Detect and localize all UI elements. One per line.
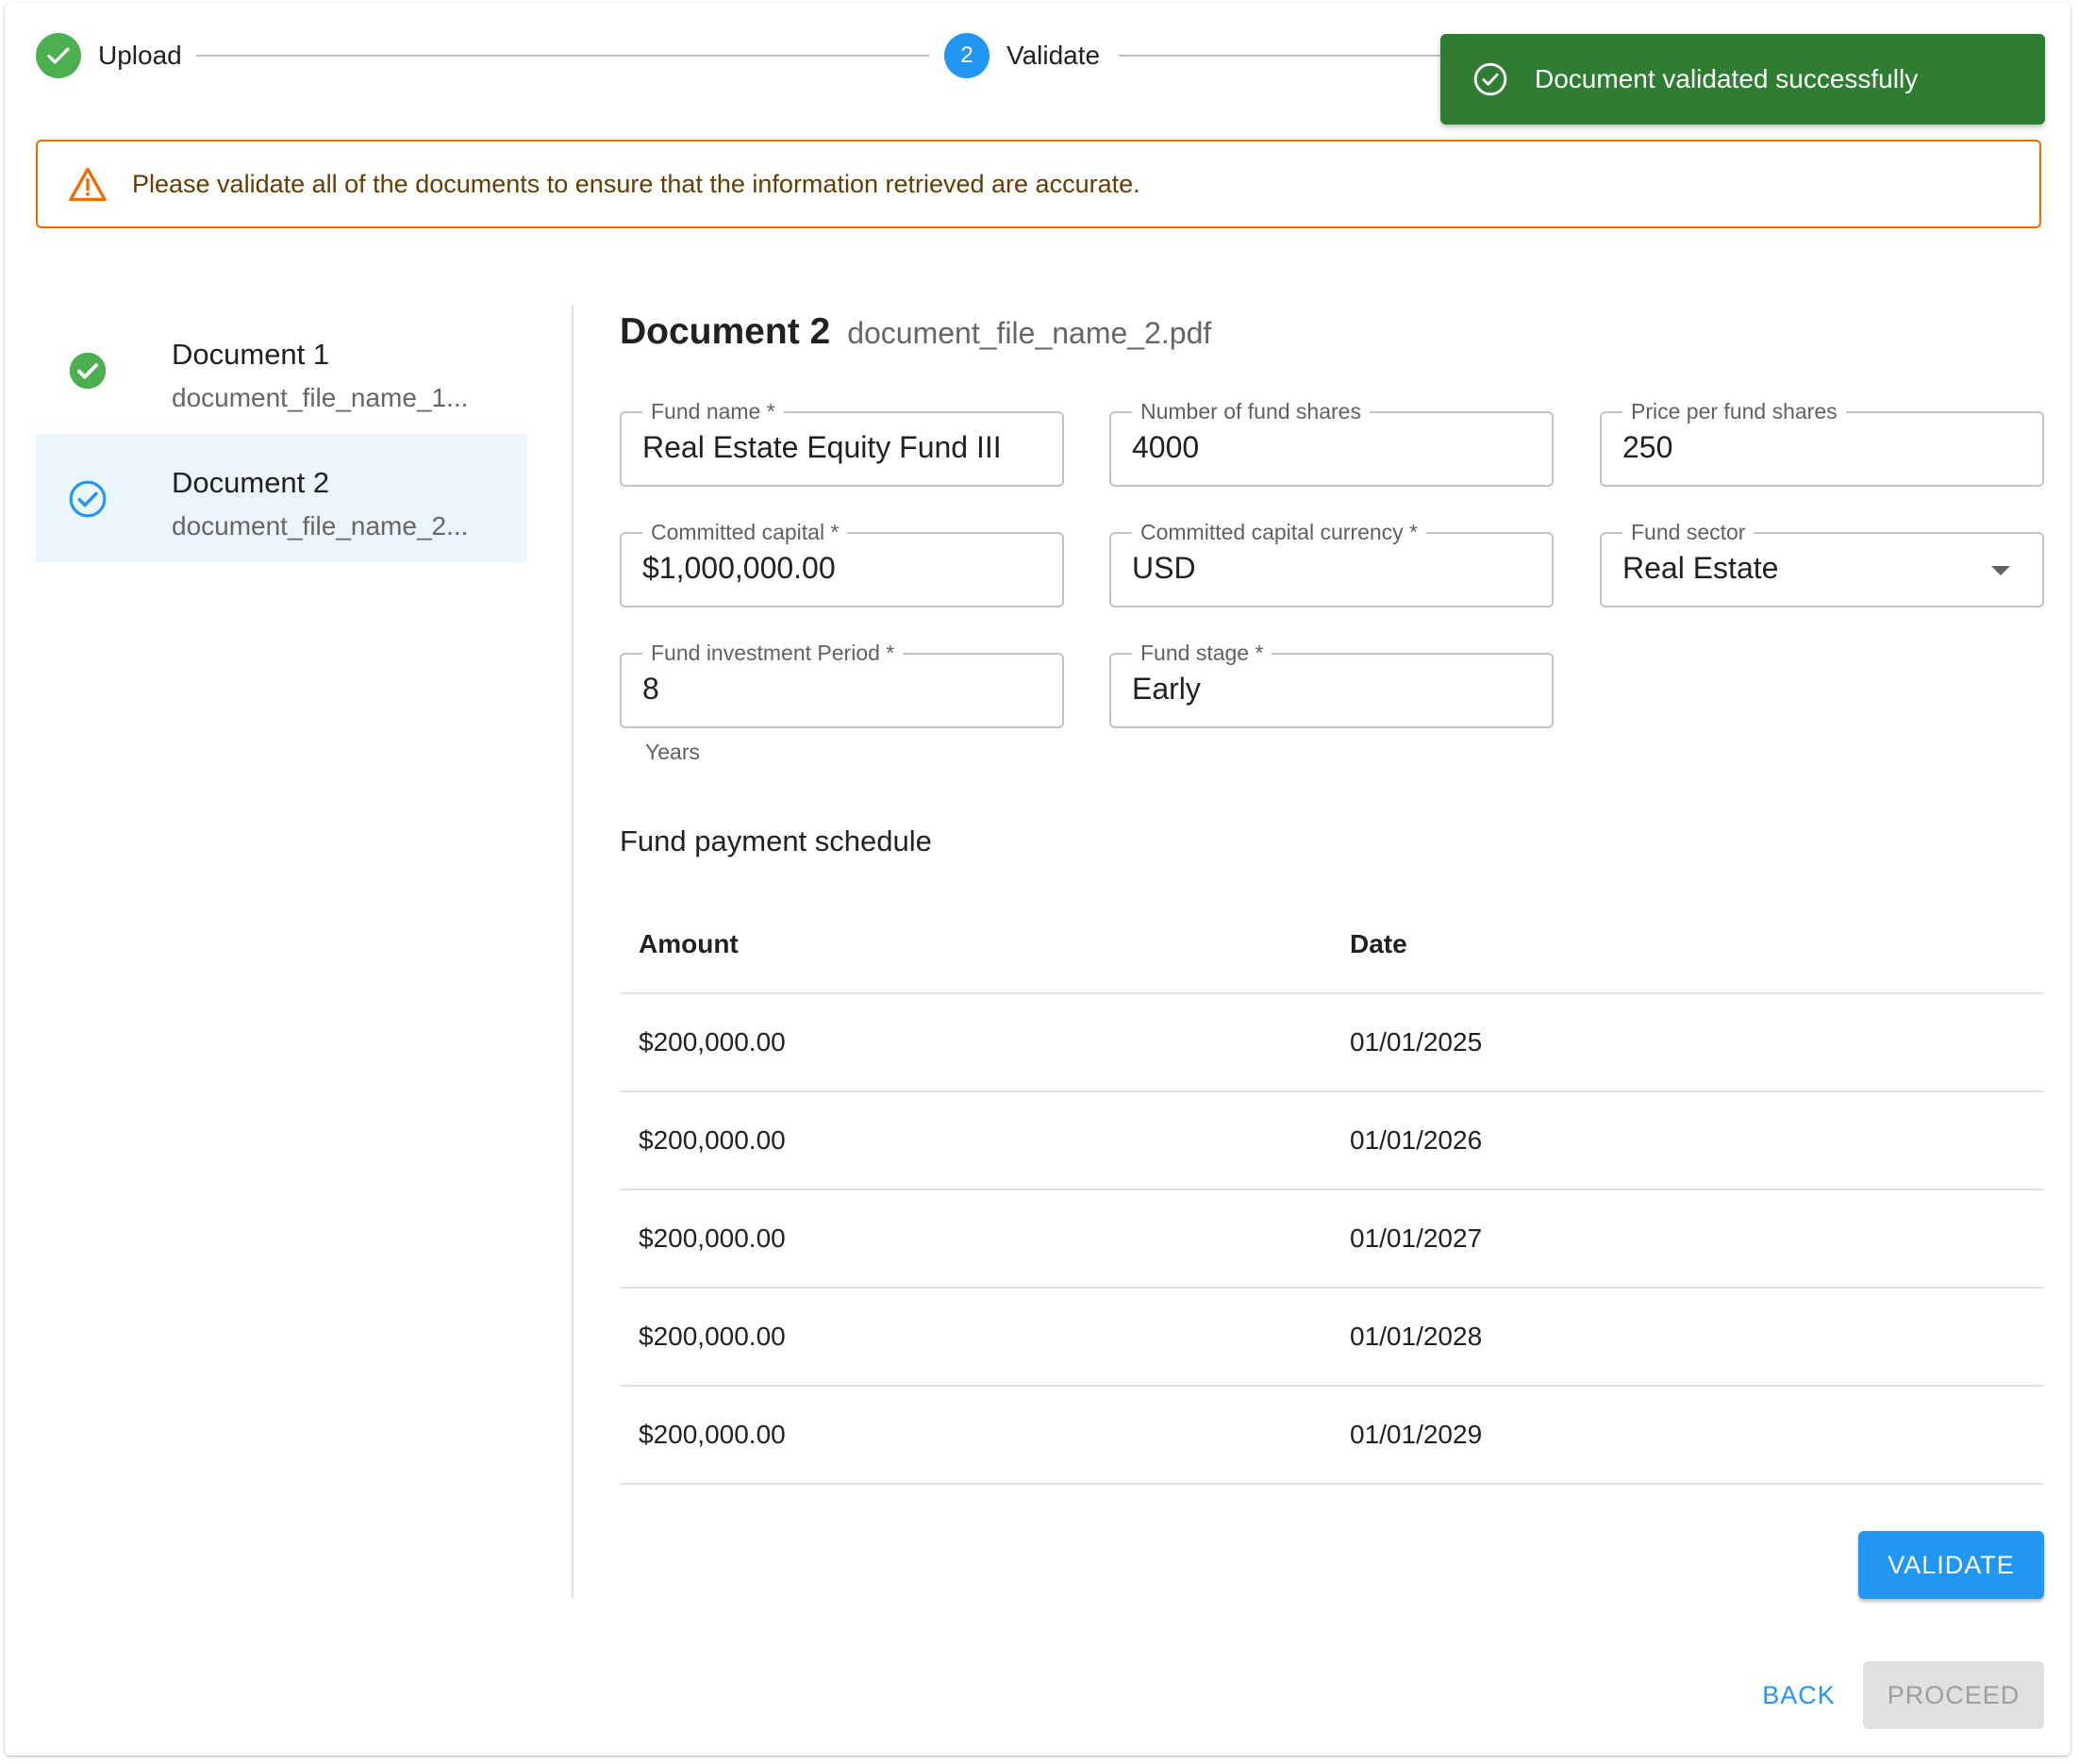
table-row: $200,000.00 01/01/2029 bbox=[620, 1387, 2044, 1485]
warning-alert: Please validate all of the documents to … bbox=[36, 140, 2041, 228]
payment-schedule-table: Amount Date $200,000.00 01/01/2025 $200,… bbox=[620, 896, 2044, 1485]
column-header-date: Date bbox=[1350, 929, 1407, 958]
step-validate: 2 Validate bbox=[944, 33, 1100, 78]
step-connector bbox=[196, 55, 929, 57]
field-label: Number of fund shares bbox=[1132, 398, 1370, 424]
column-header-amount: Amount bbox=[639, 929, 739, 958]
success-toast: Document validated successfully bbox=[1440, 34, 2045, 125]
field-helper-text: Years bbox=[645, 740, 700, 764]
step-number: 2 bbox=[944, 33, 990, 78]
committed-currency-field[interactable]: Committed capital currency * USD bbox=[1109, 519, 1554, 607]
field-label: Fund name * bbox=[642, 398, 784, 424]
step-label: Upload bbox=[98, 41, 182, 70]
check-circle-outline-icon bbox=[68, 479, 108, 524]
field-value: 4000 bbox=[1132, 430, 1200, 464]
fund-name-field[interactable]: Fund name * Real Estate Equity Fund III bbox=[620, 398, 1064, 487]
date-cell: 01/01/2028 bbox=[1350, 1322, 1483, 1351]
fund-sector-select[interactable]: Fund sector Real Estate bbox=[1600, 519, 2044, 607]
step-connector bbox=[1119, 55, 1440, 57]
field-value: $1,000,000.00 bbox=[642, 551, 836, 585]
alert-message: Please validate all of the documents to … bbox=[132, 169, 1140, 198]
check-icon bbox=[36, 33, 81, 78]
check-circle-icon bbox=[68, 351, 108, 395]
field-label: Price per fund shares bbox=[1622, 398, 1846, 424]
table-row: $200,000.00 01/01/2026 bbox=[620, 1092, 2044, 1190]
document-heading: Document 2 bbox=[620, 311, 831, 352]
fund-shares-field[interactable]: Number of fund shares 4000 bbox=[1109, 398, 1554, 487]
warning-icon bbox=[69, 167, 107, 202]
field-value: 250 bbox=[1622, 430, 1673, 464]
table-row: $200,000.00 01/01/2027 bbox=[620, 1190, 2044, 1289]
price-per-share-field[interactable]: Price per fund shares 250 bbox=[1600, 398, 2044, 487]
document-title: Document 2 bbox=[172, 466, 330, 499]
amount-cell: $200,000.00 bbox=[639, 1223, 786, 1253]
date-cell: 01/01/2026 bbox=[1350, 1125, 1483, 1155]
validation-card bbox=[5, 3, 2071, 1756]
document-title: Document 1 bbox=[172, 338, 330, 371]
field-value: Real Estate bbox=[1622, 551, 1779, 585]
proceed-button[interactable]: PROCEED bbox=[1863, 1661, 2044, 1729]
toast-message: Document validated successfully bbox=[1535, 64, 1919, 93]
table-header-row: Amount Date bbox=[620, 896, 2044, 994]
check-circle-outline-icon bbox=[1473, 62, 1507, 96]
fund-stage-field[interactable]: Fund stage * Early bbox=[1109, 640, 1554, 728]
field-label: Committed capital currency * bbox=[1132, 519, 1426, 545]
field-label: Fund sector bbox=[1622, 519, 1755, 545]
investment-period-field[interactable]: Fund investment Period * 8 bbox=[620, 640, 1064, 728]
field-value: USD bbox=[1132, 551, 1196, 585]
field-value: 8 bbox=[642, 672, 659, 706]
field-label: Committed capital * bbox=[642, 519, 848, 545]
amount-cell: $200,000.00 bbox=[639, 1125, 786, 1155]
step-upload: Upload bbox=[36, 33, 182, 78]
document-list-item-2[interactable]: Document 2 document_file_name_2... bbox=[36, 434, 526, 562]
amount-cell: $200,000.00 bbox=[639, 1027, 786, 1057]
table-row: $200,000.00 01/01/2028 bbox=[620, 1289, 2044, 1387]
document-list-item-1[interactable]: Document 1 document_file_name_1... bbox=[36, 306, 526, 434]
table-row: $200,000.00 01/01/2025 bbox=[620, 994, 2044, 1092]
document-header: Document 2 document_file_name_2.pdf bbox=[620, 311, 1211, 353]
schedule-title: Fund payment schedule bbox=[620, 824, 932, 857]
committed-capital-field[interactable]: Committed capital * $1,000,000.00 bbox=[620, 519, 1064, 607]
step-label: Validate bbox=[1006, 41, 1101, 70]
back-button[interactable]: BACK bbox=[1738, 1661, 1860, 1729]
field-value: Early bbox=[1132, 672, 1201, 706]
document-filename: document_file_name_1... bbox=[172, 383, 469, 412]
date-cell: 01/01/2027 bbox=[1350, 1223, 1483, 1253]
date-cell: 01/01/2029 bbox=[1350, 1420, 1483, 1449]
date-cell: 01/01/2025 bbox=[1350, 1027, 1483, 1057]
field-label: Fund investment Period * bbox=[642, 640, 904, 666]
field-value: Real Estate Equity Fund III bbox=[642, 430, 1002, 464]
field-label: Fund stage * bbox=[1132, 640, 1272, 666]
caret-down-icon[interactable] bbox=[1991, 566, 2010, 575]
amount-cell: $200,000.00 bbox=[639, 1322, 786, 1351]
vertical-divider bbox=[572, 306, 574, 1598]
document-file-label: document_file_name_2.pdf bbox=[847, 316, 1212, 350]
document-filename: document_file_name_2... bbox=[172, 511, 469, 541]
validate-button[interactable]: VALIDATE bbox=[1858, 1531, 2044, 1599]
amount-cell: $200,000.00 bbox=[639, 1420, 786, 1449]
